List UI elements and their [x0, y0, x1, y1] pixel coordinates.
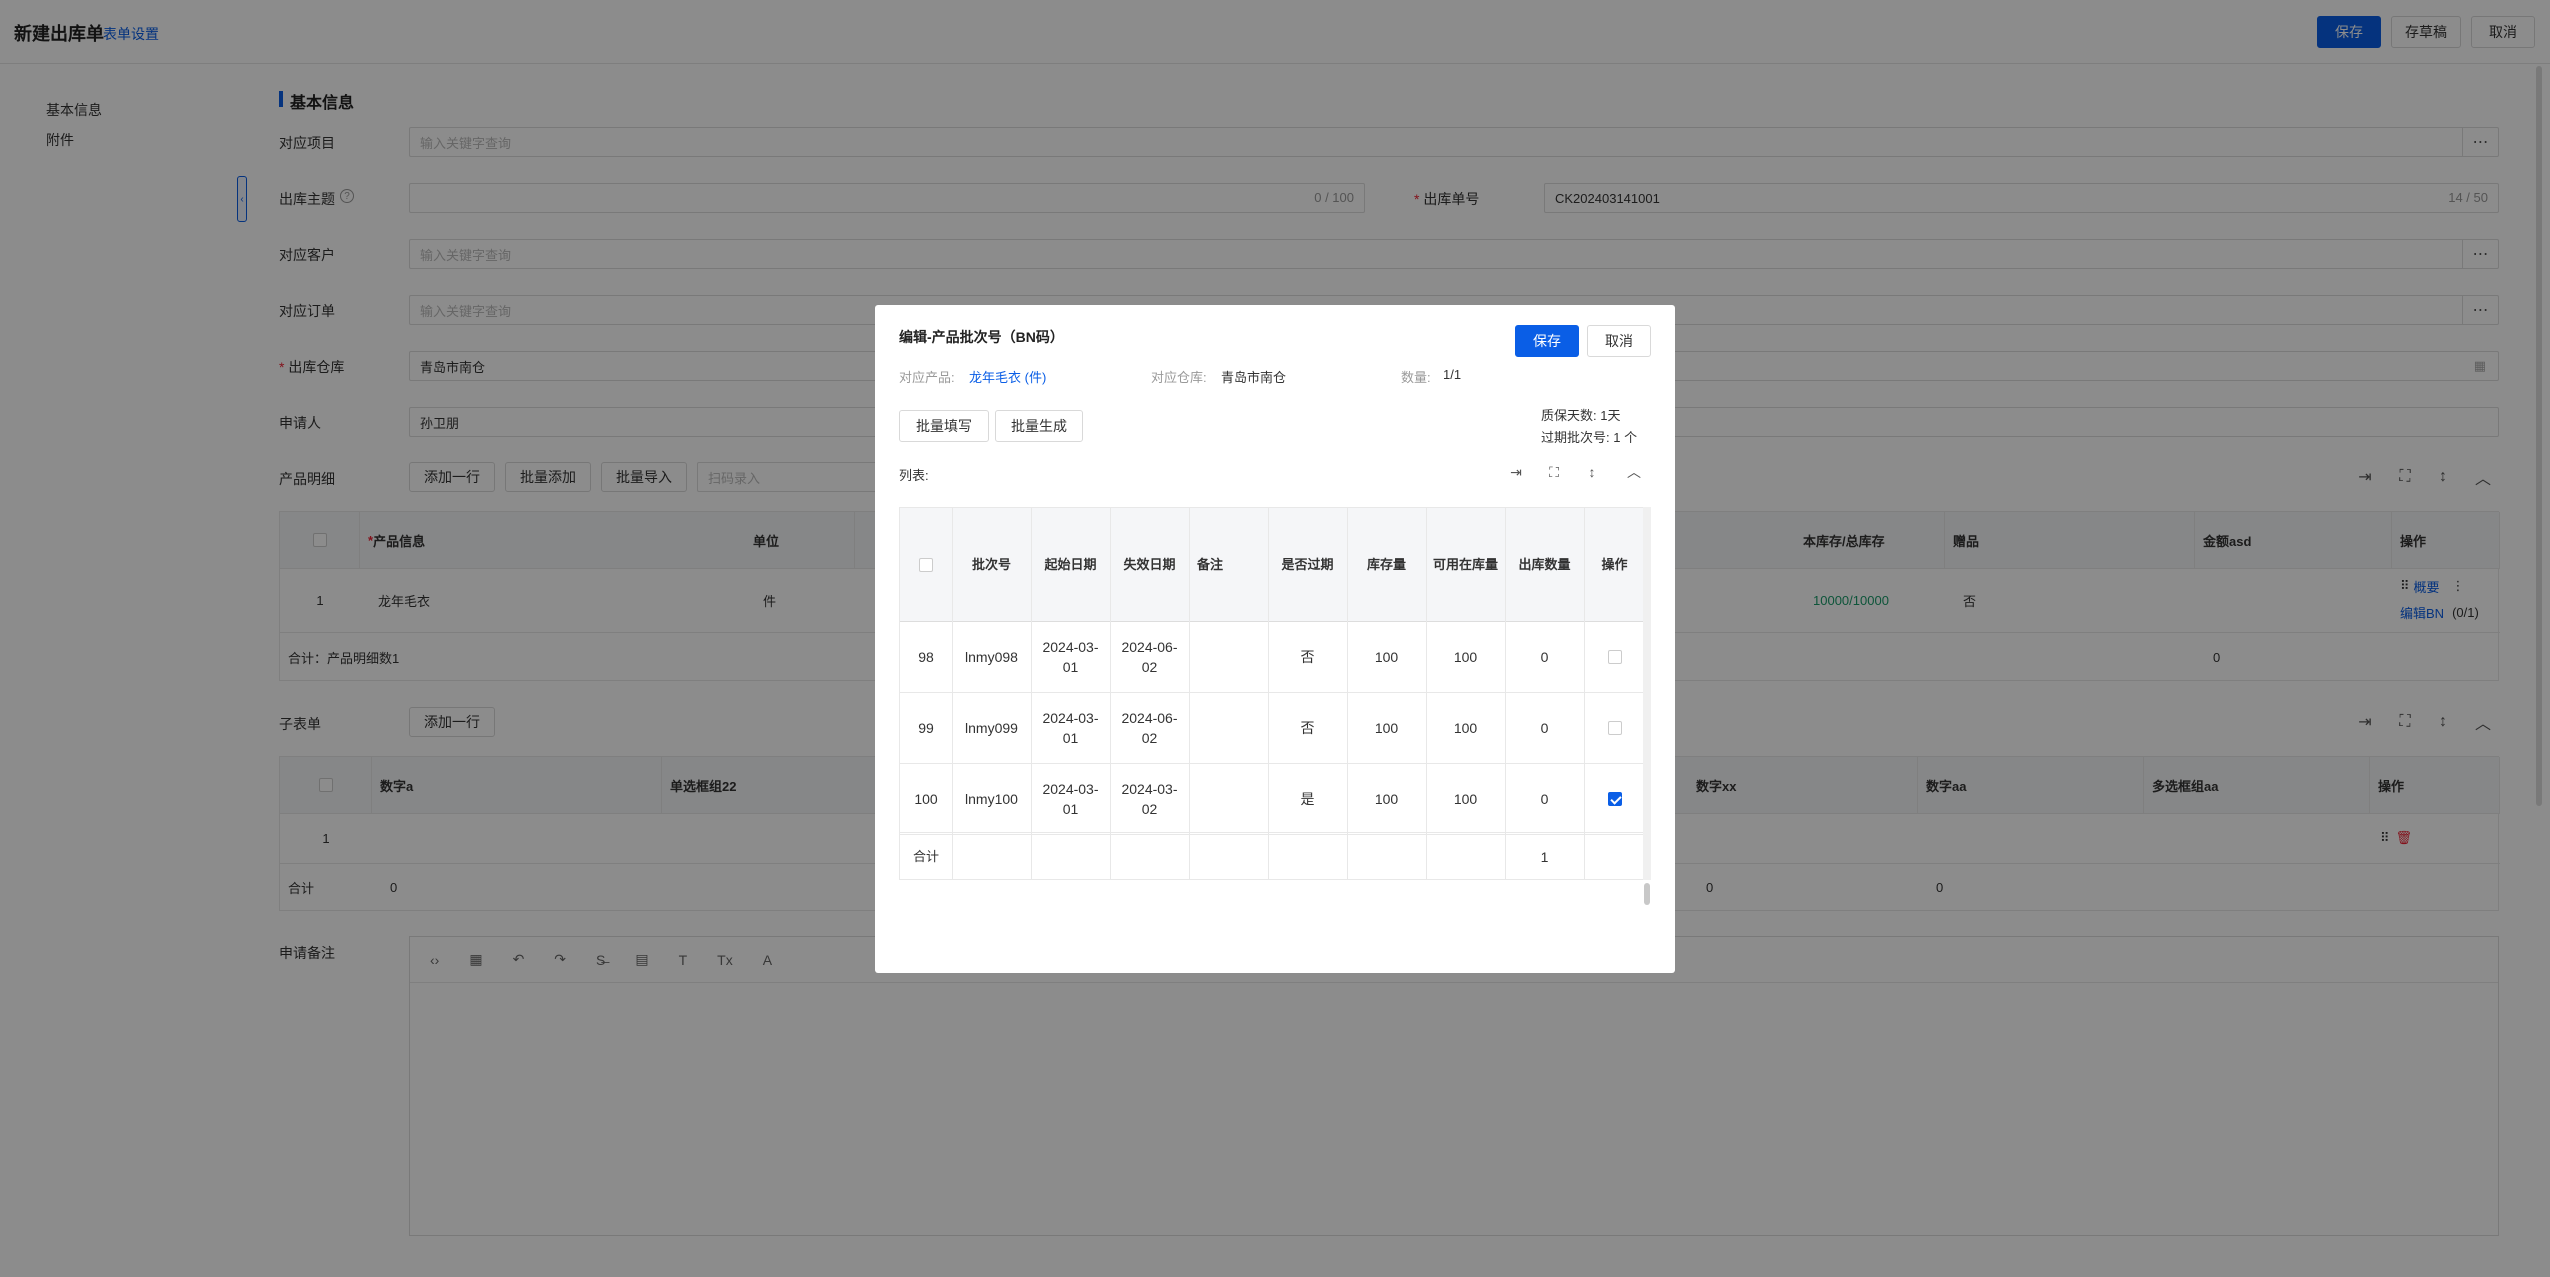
cell-note[interactable] — [1189, 692, 1268, 763]
sum-out-qty: 1 — [1540, 849, 1549, 865]
expand-rows-icon[interactable]: ↕ — [1581, 461, 1603, 483]
row-checkbox[interactable] — [1607, 649, 1622, 664]
sum-label: 合计 — [912, 849, 939, 864]
col-batch-no: 批次号 — [971, 556, 1011, 572]
product-value[interactable]: 龙年毛衣 (件) — [969, 367, 1046, 386]
cell-out[interactable]: 0 — [1505, 621, 1584, 692]
cell-stock: 100 — [1374, 790, 1399, 807]
batch-number-dialog: 编辑-产品批次号（BN码） 保存 取消 对应产品: 龙年毛衣 (件) 对应仓库:… — [875, 305, 1675, 973]
col-end-date: 失效日期 — [1123, 556, 1176, 572]
cell-stock: 100 — [1374, 719, 1399, 736]
row-select-cell — [1584, 621, 1643, 692]
product-label: 对应产品: — [899, 370, 955, 385]
list-label: 列表: — [899, 468, 929, 483]
col-expired: 是否过期 — [1281, 556, 1334, 572]
cell-idx: 98 — [918, 648, 934, 665]
cell-expired: 否 — [1300, 648, 1315, 665]
cell-expired: 是 — [1300, 790, 1315, 807]
dialog-title: 编辑-产品批次号（BN码） — [899, 329, 1064, 345]
col-start-date: 起始日期 — [1044, 556, 1097, 572]
dialog-save-button[interactable]: 保存 — [1515, 325, 1579, 357]
cell-bn: lnmy099 — [965, 719, 1018, 736]
cell-start: 2024-03-01 — [1042, 709, 1099, 746]
cell-end: 2024-06-02 — [1121, 709, 1178, 746]
cell-expired: 否 — [1300, 719, 1315, 736]
col-out-qty: 出库数量 — [1518, 556, 1571, 572]
column-settings-icon[interactable]: ⇥ — [1505, 461, 1527, 483]
cell-note[interactable] — [1189, 621, 1268, 692]
cell-avail: 100 — [1453, 648, 1478, 665]
cell-note[interactable] — [1189, 763, 1268, 834]
batch-table: 批次号 起始日期 失效日期 备注 是否过期 库存量 可用在库量 出库数量 操作 … — [899, 507, 1644, 880]
table-scrollbar-track[interactable] — [1643, 507, 1651, 880]
cell-end: 2024-03-02 — [1121, 780, 1178, 817]
cell-bn: lnmy100 — [965, 790, 1018, 807]
cell-out[interactable]: 0 — [1505, 692, 1584, 763]
dialog-cancel-button[interactable]: 取消 — [1587, 325, 1651, 357]
cell-bn: lnmy098 — [965, 648, 1018, 665]
row-checkbox[interactable] — [1607, 720, 1622, 735]
row-select-cell — [1584, 763, 1643, 834]
warehouse-value: 青岛市南仓 — [1221, 370, 1287, 385]
collapse-icon[interactable]: ︿ — [1623, 461, 1645, 483]
qty-value: 1/1 — [1443, 367, 1462, 382]
cell-avail: 100 — [1453, 790, 1478, 807]
select-all-checkbox[interactable] — [919, 557, 933, 572]
table-scrollbar-thumb[interactable] — [1644, 883, 1650, 905]
batch-fill-button[interactable]: 批量填写 — [899, 410, 989, 442]
warehouse-label: 对应仓库: — [1151, 370, 1207, 385]
expired-count: 过期批次号: 1 个 — [1541, 430, 1638, 445]
row-select-cell — [1584, 692, 1643, 763]
qty-label: 数量: — [1401, 370, 1431, 385]
batch-generate-button[interactable]: 批量生成 — [995, 410, 1083, 442]
cell-end: 2024-06-02 — [1121, 638, 1178, 675]
cell-out[interactable]: 0 — [1505, 763, 1584, 834]
col-note: 备注 — [1197, 556, 1224, 572]
shelf-life: 质保天数: 1天 — [1541, 408, 1621, 423]
cell-idx: 100 — [914, 790, 938, 807]
cell-stock: 100 — [1374, 648, 1399, 665]
cell-start: 2024-03-01 — [1042, 780, 1099, 817]
cell-start: 2024-03-01 — [1042, 638, 1099, 675]
col-stock: 库存量 — [1366, 556, 1406, 572]
cell-avail: 100 — [1453, 719, 1478, 736]
cell-idx: 99 — [918, 719, 934, 736]
col-available: 可用在库量 — [1432, 556, 1498, 572]
row-checkbox[interactable] — [1607, 791, 1622, 806]
fullscreen-icon[interactable]: ⛶ — [1543, 461, 1565, 483]
col-actions: 操作 — [1601, 556, 1628, 572]
